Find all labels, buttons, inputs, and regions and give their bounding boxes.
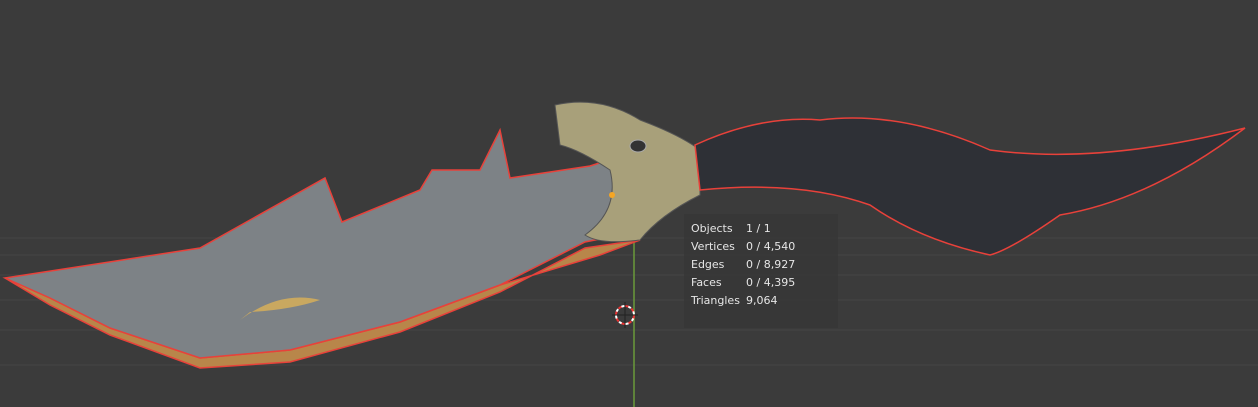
stat-value: 1 / 1 xyxy=(746,222,771,235)
stat-value: 0 / 8,927 xyxy=(746,258,796,271)
stat-faces: Faces 0 / 4,395 xyxy=(691,274,838,292)
3d-viewport[interactable] xyxy=(0,0,1258,407)
stat-label: Objects xyxy=(691,222,733,235)
origin-dot xyxy=(609,192,615,198)
stat-label: Faces xyxy=(691,276,722,289)
dagger-model[interactable] xyxy=(2,101,1246,369)
stat-objects: Objects 1 / 1 xyxy=(691,220,838,238)
stat-vertices: Vertices 0 / 4,540 xyxy=(691,238,838,256)
stat-value: 0 / 4,540 xyxy=(746,240,796,253)
blade xyxy=(2,127,646,359)
statistics-overlay: Objects 1 / 1 Vertices 0 / 4,540 Edges 0 / … xyxy=(684,214,838,328)
guard-gem xyxy=(629,139,647,153)
stat-value: 9,064 xyxy=(746,294,778,307)
stat-label: Vertices xyxy=(691,240,735,253)
stat-edges: Edges 0 / 8,927 xyxy=(691,256,838,274)
stat-label: Edges xyxy=(691,258,725,271)
stat-value: 0 / 4,395 xyxy=(746,276,796,289)
stat-triangles: Triangles 9,064 xyxy=(691,292,838,310)
stat-label: Triangles xyxy=(691,294,740,307)
